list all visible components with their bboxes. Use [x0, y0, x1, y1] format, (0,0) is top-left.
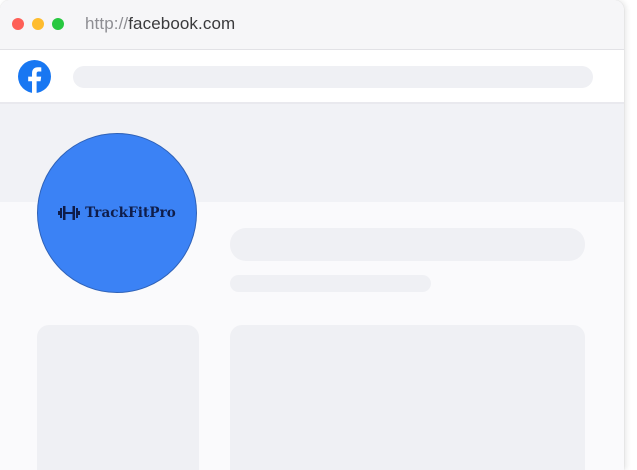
profile-avatar[interactable]: TrackFitPro: [37, 133, 197, 293]
close-window-button[interactable]: [12, 18, 24, 30]
url-domain: facebook.com: [128, 14, 236, 33]
brand-name: TrackFitPro: [85, 205, 176, 221]
avatar-brand-logo: TrackFitPro: [38, 134, 196, 292]
minimize-window-button[interactable]: [32, 18, 44, 30]
browser-title-bar: http://facebook.com: [0, 0, 624, 50]
intro-card-placeholder: [37, 325, 199, 470]
browser-window: http://facebook.com TrackFitPro: [0, 0, 624, 470]
search-bar-placeholder[interactable]: [73, 66, 593, 88]
facebook-logo-icon[interactable]: [18, 60, 51, 93]
zoom-window-button[interactable]: [52, 18, 64, 30]
address-bar[interactable]: http://facebook.com: [85, 14, 235, 34]
facebook-nav-bar: [0, 50, 624, 104]
url-scheme: http://: [85, 14, 129, 33]
dumbbell-icon: [58, 206, 81, 220]
post-card-placeholder: [230, 325, 585, 470]
profile-subtitle-placeholder: [230, 275, 431, 292]
profile-name-placeholder: [230, 228, 585, 261]
